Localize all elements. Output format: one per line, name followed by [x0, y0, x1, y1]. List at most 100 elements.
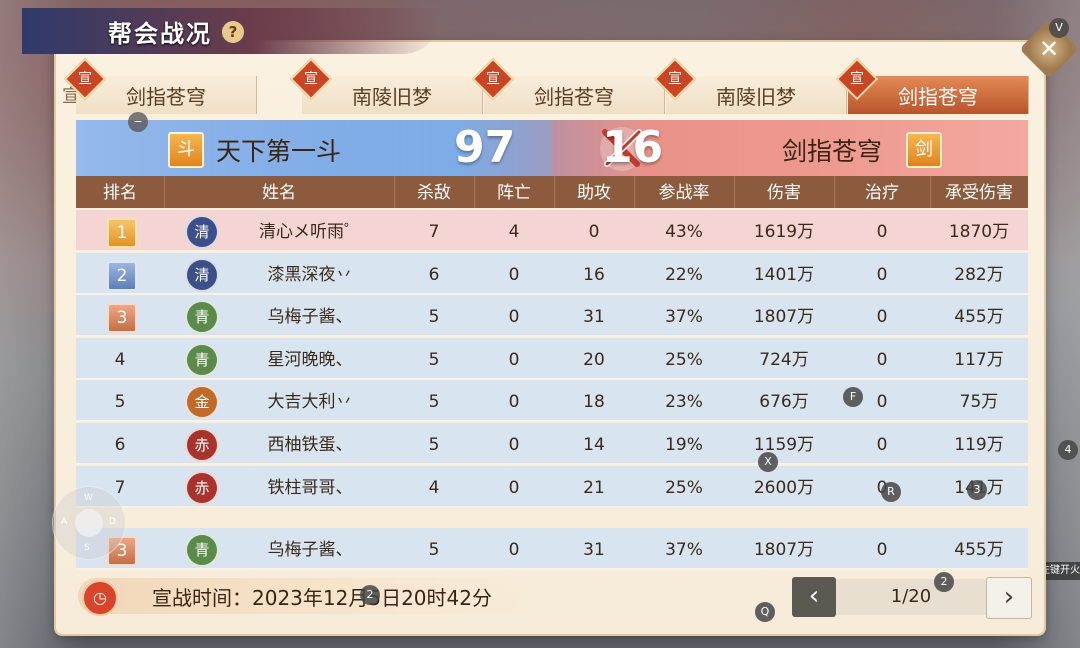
- key-hint-x: X: [758, 452, 778, 472]
- deaths-cell: 0: [508, 477, 520, 498]
- header-name: 姓名: [164, 176, 395, 208]
- header-rank: 排名: [76, 176, 165, 208]
- tab-guild-3[interactable]: 宣 剑指苍穹: [471, 57, 665, 114]
- player-name: 星河晚晚、: [267, 349, 353, 370]
- heal-cell: 0: [876, 307, 888, 328]
- tab-label: 南陵旧梦: [352, 85, 432, 109]
- deaths-cell: 0: [508, 264, 520, 285]
- rank-badge-icon: 1: [107, 218, 137, 248]
- taken-cell: 75万: [959, 392, 999, 413]
- header-damage: 伤害: [734, 176, 835, 208]
- player-name: 大吉大利丷: [267, 392, 353, 413]
- left-score: 97: [454, 122, 516, 173]
- score-bar: 斗 天下第一斗 97 16 剑指苍穹 剑: [76, 120, 1028, 176]
- rank-cell: 4: [114, 349, 126, 370]
- damage-cell: 2600万: [753, 477, 815, 498]
- taken-cell: 282万: [954, 264, 1004, 285]
- header-taken: 承受伤害: [945, 183, 1013, 203]
- joystick-knob[interactable]: [75, 509, 103, 537]
- key-hint-4: 4: [1058, 440, 1078, 460]
- taken-cell: 455万: [954, 307, 1004, 328]
- damage-cell: 1807万: [753, 540, 815, 560]
- tab-label: 剑指苍穹: [534, 85, 614, 109]
- assists-cell: 14: [583, 435, 605, 455]
- damage-cell: 1619万: [753, 222, 815, 242]
- next-page-button[interactable]: ›: [986, 577, 1032, 619]
- header-heal: 治疗: [834, 176, 931, 208]
- header-kills: 杀敌: [394, 176, 475, 208]
- declare-time-label: 宣战时间：2023年12月5日20时42分: [152, 586, 492, 610]
- deaths-cell: 0: [508, 540, 520, 560]
- v-key-hint: V: [1049, 18, 1069, 38]
- class-emblem-icon: 青: [185, 342, 219, 377]
- table-row[interactable]: 6 赤 西柚铁蛋、 5 0 14 19% 1159万 0 119万: [76, 423, 1028, 465]
- right-guild-icon: 剑: [906, 132, 942, 168]
- deaths-cell: 0: [508, 349, 520, 370]
- class-emblem-icon: 金: [185, 385, 219, 420]
- header-assists: 助攻: [554, 176, 635, 208]
- assists-cell: 31: [583, 307, 605, 328]
- deaths-cell: 0: [508, 435, 520, 455]
- kills-cell: 5: [428, 307, 440, 328]
- header-rate: 参战率: [634, 176, 735, 208]
- self-row[interactable]: 3 青乌梅子酱、 5 0 31 37% 1807万 0 455万: [76, 528, 1028, 570]
- pagination: ‹ 1/20 ›: [792, 577, 1032, 619]
- table-row[interactable]: 4 青 星河晚晚、 5 0 20 25% 724万 0 117万: [76, 337, 1028, 380]
- table-row[interactable]: 5 金大吉大利丷 5 0 18 23% 676万 0 75万: [76, 380, 1028, 423]
- taken-cell: 117万: [954, 349, 1004, 370]
- clock-icon: ◷: [82, 580, 118, 616]
- class-emblem-icon: 青: [185, 533, 219, 567]
- taken-cell: 119万: [954, 435, 1004, 455]
- tab-label: 剑指苍穹: [126, 85, 206, 109]
- key-hint-2b: 2: [360, 585, 380, 605]
- kills-cell: 6: [428, 264, 440, 285]
- tab-guild-4[interactable]: 宣 南陵旧梦: [653, 57, 847, 114]
- heal-cell: 0: [876, 349, 888, 370]
- page-indicator: 1/20: [890, 586, 932, 607]
- player-name: 铁柱哥哥、: [267, 477, 353, 498]
- tab-label: 剑指苍穹: [898, 85, 978, 109]
- kills-cell: 5: [428, 540, 440, 560]
- rank-badge-icon: 2: [107, 260, 137, 291]
- left-guild-icon: 斗: [168, 132, 204, 168]
- assists-cell: 20: [583, 349, 605, 370]
- rate-cell: 23%: [665, 392, 703, 413]
- table-row[interactable]: 1 清 清心メ听雨゜ 7 4 0 43% 1619万 0 1870万: [76, 210, 1028, 252]
- tab-guild-5[interactable]: 宣 剑指苍穹: [835, 57, 1029, 114]
- damage-cell: 1401万: [753, 264, 815, 285]
- page-title: 帮会战况: [108, 19, 212, 48]
- class-emblem-icon: 赤: [185, 428, 219, 462]
- damage-cell: 676万: [759, 392, 809, 413]
- tab-guild-1[interactable]: 宣 剑指苍穹: [63, 57, 257, 114]
- guild-tabs: 宣 宣 剑指苍穹 宣 南陵旧梦 宣 剑指苍穹 宣 南陵旧梦 宣 剑指苍穹: [62, 57, 1029, 116]
- player-name: 西柚铁蛋、: [267, 435, 353, 455]
- damage-cell: 724万: [759, 349, 809, 370]
- tab-label: 南陵旧梦: [716, 85, 796, 109]
- virtual-joystick[interactable]: W A S D: [52, 486, 126, 560]
- table-header: 排名 姓名 杀敌 阵亡 助攻 参战率 伤害 治疗 承受伤害: [76, 176, 1028, 208]
- key-hint-q: Q: [755, 602, 775, 622]
- rate-cell: 22%: [665, 264, 703, 285]
- taken-cell: 455万: [954, 540, 1004, 560]
- key-hint-r: R: [881, 482, 901, 502]
- table-row[interactable]: 2 清 漆黑深夜丷 6 0 16 22% 1401万 0 282万: [76, 252, 1028, 295]
- right-guild-name: 剑指苍穹: [782, 137, 883, 166]
- tab-guild-2[interactable]: 宣 南陵旧梦: [289, 57, 483, 114]
- rank-cell: 5: [114, 392, 126, 413]
- heal-cell: 0: [876, 540, 888, 560]
- key-hint-dot: −: [128, 112, 148, 132]
- key-hint-2: 2: [934, 572, 954, 592]
- rate-cell: 25%: [665, 349, 703, 370]
- class-emblem-icon: 赤: [185, 470, 219, 505]
- kills-cell: 7: [428, 222, 440, 242]
- prev-page-button[interactable]: ‹: [792, 577, 836, 617]
- deaths-cell: 4: [508, 222, 520, 242]
- help-icon[interactable]: ?: [222, 21, 244, 43]
- player-name: 漆黑深夜丷: [267, 264, 353, 285]
- kills-cell: 5: [428, 349, 440, 370]
- rank-cell: 6: [114, 435, 126, 455]
- rate-cell: 19%: [665, 435, 703, 455]
- table-row[interactable]: 3 青 乌梅子酱、 5 0 31 37% 1807万 0 455万: [76, 295, 1028, 338]
- assists-cell: 18: [583, 392, 605, 413]
- player-name: 乌梅子酱、: [267, 307, 353, 328]
